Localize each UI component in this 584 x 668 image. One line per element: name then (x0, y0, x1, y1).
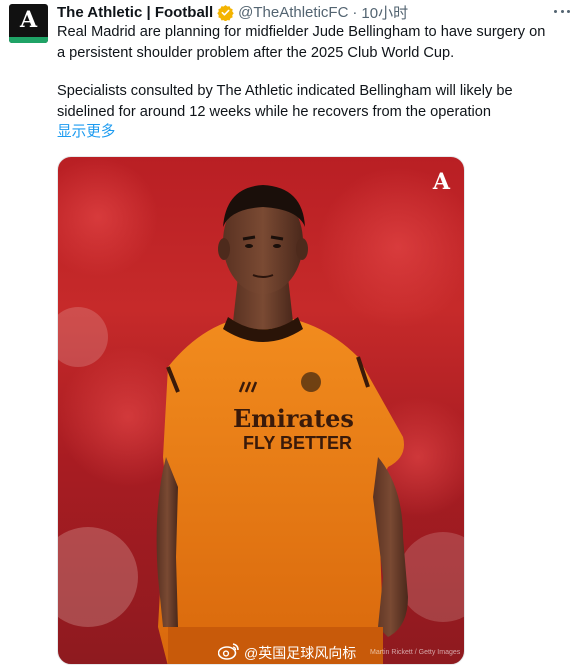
verified-badge-icon (217, 4, 234, 21)
athletic-brand-mark: A (432, 169, 450, 195)
tweet-text-line: a persistent shoulder problem after the … (57, 45, 455, 61)
shirt-sponsor-slogan: FLY BETTER (243, 433, 352, 453)
timestamp[interactable]: 10小时 (361, 2, 408, 23)
show-more-link[interactable]: 显示更多 (57, 122, 115, 143)
avatar[interactable]: A (9, 4, 48, 43)
tweet-card: A The Athletic | Football @TheAthleticFC… (0, 0, 584, 668)
tweet-text-line: Real Madrid are planning for midfielder … (57, 24, 546, 40)
account-handle[interactable]: @TheAthleticFC (238, 4, 348, 21)
tweet-text-line: sidelined for around 12 weeks while he r… (57, 104, 492, 120)
tweet-photo[interactable]: Emirates FLY BETTER A @英国足球风向标 Martin Ri… (57, 156, 465, 665)
photo-credit: Martin Rickett / Getty Images (370, 649, 461, 656)
avatar-accent-stripe (9, 37, 48, 43)
tweet-text-line: Specialists consulted by The Athletic in… (57, 83, 513, 99)
shirt-sponsor-text: Emirates (233, 404, 354, 433)
weibo-watermark: @英国足球风向标 (218, 642, 356, 664)
athletic-logo-icon: A (19, 7, 38, 33)
player-photo-illustration: Emirates FLY BETTER (58, 157, 464, 664)
separator-dot: · (352, 3, 358, 21)
account-name[interactable]: The Athletic | Football (57, 4, 213, 21)
more-options-icon[interactable] (552, 2, 572, 20)
weibo-icon (218, 643, 240, 662)
tweet-header: The Athletic | Football @TheAthleticFC ·… (57, 2, 408, 22)
watermark-text: @英国足球风向标 (244, 645, 357, 661)
